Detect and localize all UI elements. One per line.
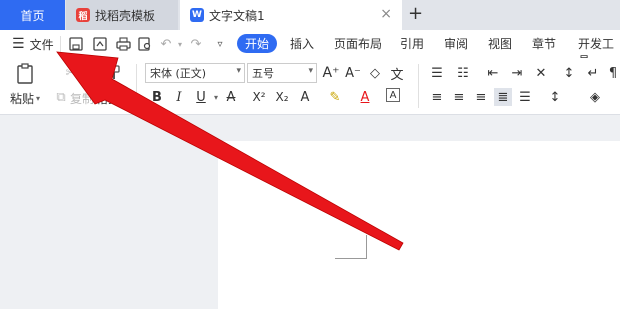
annotation-arrow-icon	[56, 51, 404, 251]
